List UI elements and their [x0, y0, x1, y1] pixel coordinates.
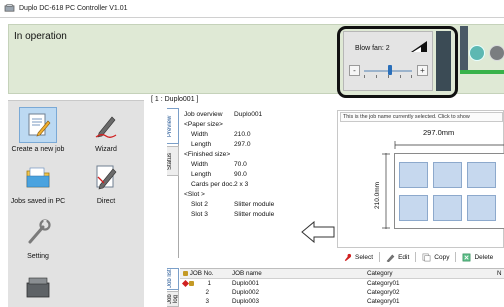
preview-width-label: 297.0mm: [423, 128, 455, 137]
column-header-job-no[interactable]: JOB No.: [190, 270, 214, 277]
detail-row: Cards per doc... 2 x 3: [191, 181, 249, 188]
slider-tick: [364, 75, 365, 78]
status-text: In operation: [14, 31, 67, 42]
edit-button[interactable]: Edit: [386, 253, 409, 262]
preview-length-label: 210.0mm: [374, 181, 381, 209]
preview-tab-strip: Preview Status: [167, 108, 179, 258]
create-new-job-button[interactable]: Create a new job: [8, 107, 68, 153]
setting-label: Setting: [27, 253, 49, 260]
fan-slider-thumb[interactable]: [388, 65, 392, 75]
card-cell: [433, 195, 462, 221]
title-bar: Duplo DC-618 PC Controller V1.01: [0, 0, 504, 18]
table-row[interactable]: 1 Duplo001 Category01: [180, 279, 504, 288]
copy-button[interactable]: Copy: [422, 253, 449, 262]
create-new-job-label: Create a new job: [11, 146, 65, 153]
column-header-extra[interactable]: N: [497, 269, 504, 278]
card-cell: [467, 195, 496, 221]
job-actions: Select Edit Copy Delete: [337, 250, 504, 264]
start-icon[interactable]: [469, 45, 485, 61]
toolbar-separator: [379, 252, 381, 262]
job-details: Job overview Duplo001 <Paper size> Width 2…: [180, 110, 336, 220]
slider-tick: [388, 75, 389, 78]
fan-increase-button[interactable]: +: [417, 65, 428, 76]
detail-row: Length 297.0: [191, 141, 251, 148]
jobs-saved-in-pc-label: Jobs saved in PC: [10, 198, 66, 205]
left-nav: Create a new job Wizard Jobs saved in PC: [8, 100, 144, 307]
stop-icon[interactable]: [489, 45, 504, 61]
wizard-button[interactable]: Wizard: [76, 107, 136, 153]
wizard-label: Wizard: [95, 146, 117, 153]
app-icon: [4, 4, 15, 12]
pin-icon: [344, 253, 352, 261]
panel-scrollbar[interactable]: [436, 31, 451, 91]
lock-icon: [183, 270, 188, 276]
delete-button[interactable]: Delete: [462, 253, 493, 262]
panel-divider: [460, 26, 468, 74]
copy-icon: [422, 253, 431, 261]
jobs-tab-strip: Job list Job log: [167, 268, 179, 307]
folder-icon: [26, 167, 50, 188]
table-row[interactable]: 3 Duplo003 Category01: [180, 297, 504, 306]
toolbar-separator: [415, 252, 417, 262]
detail-row: Slot 3 Slitter module: [191, 211, 275, 218]
toolbar-separator: [455, 252, 457, 262]
preview-panel[interactable]: This is the job name currently selected.…: [337, 110, 504, 248]
job-title: [ 1 : Duplo001 ]: [151, 96, 199, 103]
status-indicator-bar: [460, 70, 504, 74]
delete-icon: [463, 253, 471, 261]
blow-fan-label: Blow fan: 2: [355, 45, 390, 52]
table-header: JOB No. JOB name Category N: [180, 269, 504, 279]
card-cell: [399, 195, 428, 221]
tab-job-log[interactable]: Job log: [167, 291, 179, 307]
blow-fan-highlight: Blow fan: 2 - +: [337, 26, 458, 98]
machine-icon: [26, 277, 50, 298]
detail-row: <Paper size>: [184, 121, 223, 128]
jobs-saved-in-pc-button[interactable]: Jobs saved in PC: [8, 159, 68, 205]
tab-preview[interactable]: Preview: [167, 108, 179, 144]
tab-status[interactable]: Status: [167, 146, 179, 176]
new-document-icon: [28, 113, 51, 137]
detail-row: Width 70.0: [191, 161, 247, 168]
card-cell: [467, 162, 496, 188]
fan-level-icon: [411, 41, 427, 52]
tab-job-list[interactable]: Job list: [167, 268, 179, 290]
card-cell: [399, 162, 428, 188]
slider-tick: [411, 75, 412, 78]
detail-row: <Finished size>: [184, 151, 231, 158]
blow-fan-value: 2: [385, 45, 390, 52]
wizard-pen-icon: [95, 116, 117, 138]
detail-row: Width 210.0: [191, 131, 251, 138]
detail-row: Length 90.0: [191, 171, 247, 178]
edit-pen-icon: [386, 254, 395, 262]
detail-row: Job overview Duplo001: [184, 111, 263, 118]
table-row[interactable]: 2 Duplo002 Category02: [180, 288, 504, 297]
length-dimension-line: [382, 153, 390, 229]
column-header-job-name[interactable]: JOB name: [232, 269, 367, 278]
detail-row: <Slot >: [184, 191, 205, 198]
setting-button[interactable]: Setting: [8, 214, 68, 260]
job-list-table: JOB No. JOB name Category N 1 Duplo001 C…: [180, 268, 504, 307]
window-title: Duplo DC-618 PC Controller V1.01: [19, 5, 128, 12]
column-header-category[interactable]: Category: [367, 269, 497, 278]
direct-button[interactable]: Direct: [76, 159, 136, 205]
left-arrow-icon: [301, 220, 335, 244]
preview-message: This is the job name currently selected.…: [340, 112, 503, 122]
slider-tick: [400, 75, 401, 78]
card-cell: [433, 162, 462, 188]
width-dimension-line: [394, 141, 504, 149]
wrench-icon: [28, 219, 51, 244]
fan-decrease-button[interactable]: -: [349, 65, 360, 76]
direct-edit-icon: [96, 165, 117, 190]
select-button[interactable]: Select: [343, 253, 373, 262]
direct-label: Direct: [96, 198, 116, 205]
card-layout: [394, 153, 504, 229]
slider-tick: [376, 75, 377, 78]
selected-pin-icon: [181, 279, 190, 287]
blow-fan-panel: Blow fan: 2 - +: [343, 31, 433, 91]
detail-row: Slot 2 Slitter module: [191, 201, 275, 208]
machine-button[interactable]: [8, 269, 68, 305]
